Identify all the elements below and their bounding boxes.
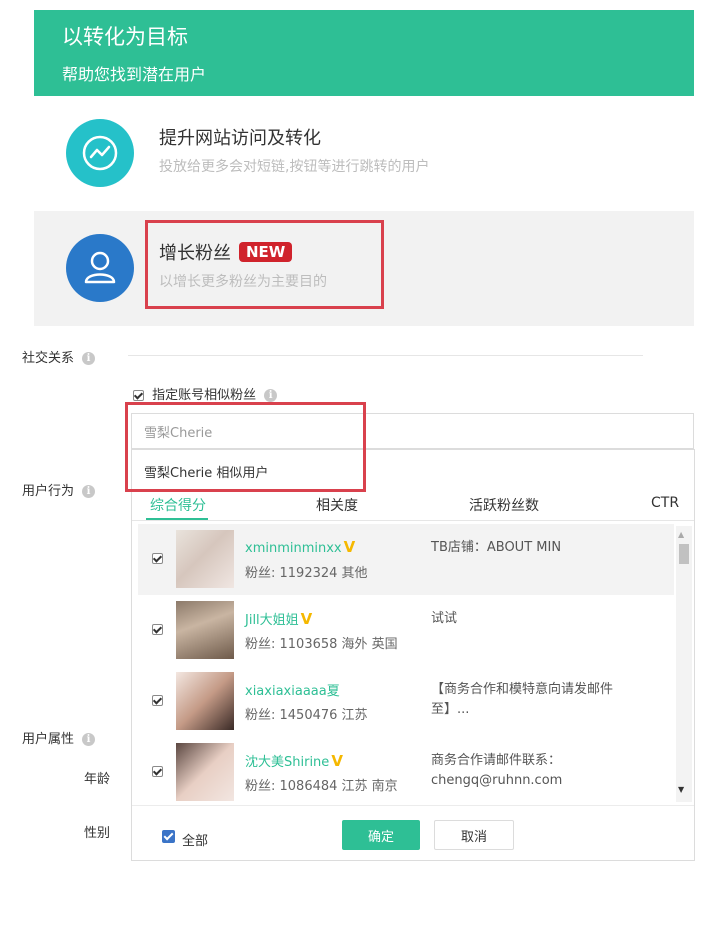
info-icon[interactable]: i xyxy=(82,485,96,498)
row-checkbox[interactable] xyxy=(152,624,163,635)
cancel-button[interactable]: 取消 xyxy=(434,820,514,850)
scroll-thumb[interactable] xyxy=(679,544,689,564)
row-checkbox[interactable] xyxy=(152,766,163,777)
user-attribute-text: 用户属性 xyxy=(22,732,75,747)
goal-header: 以转化为目标 帮助您找到潜在用户 xyxy=(34,10,694,96)
option-desc: 投放给更多会对短链,按钮等进行跳转的用户 xyxy=(159,159,430,175)
user-desc: 【商务合作和模特意向请发邮件至】... xyxy=(431,682,614,717)
list-item[interactable]: xminminminxx V 粉丝: 1192324 其他 TB店铺：ABOUT … xyxy=(138,524,674,596)
scroll-up-icon[interactable]: ▲ xyxy=(678,530,684,539)
username-link[interactable]: xminminminxx V xyxy=(245,538,355,556)
age-label: 年龄 xyxy=(84,772,111,787)
verified-icon: V xyxy=(343,538,356,556)
user-attribute-label: 用户属性 i xyxy=(22,728,96,747)
divider xyxy=(132,805,694,806)
similar-fans-label: 指定账号相似粉丝 xyxy=(152,388,257,403)
tab-relevance[interactable]: 相关度 xyxy=(316,495,358,515)
user-desc: 试试 xyxy=(431,611,458,626)
goal-option-website-conversion[interactable]: 提升网站访问及转化 投放给更多会对短链,按钮等进行跳转的用户 xyxy=(34,96,694,211)
user-behavior-label: 用户行为 i xyxy=(22,480,96,499)
list-scrollbar[interactable] xyxy=(676,526,692,802)
row-checkbox[interactable] xyxy=(152,553,163,564)
info-icon[interactable]: i xyxy=(82,352,96,365)
verified-icon: V xyxy=(300,610,313,628)
list-item[interactable]: Jill大姐姐 V 粉丝: 1103658 海外 英国 试试 xyxy=(138,595,674,667)
goal-title: 以转化为目标 xyxy=(62,25,188,49)
tab-ctr[interactable]: CTR xyxy=(651,495,679,511)
info-icon[interactable]: i xyxy=(82,733,96,746)
username-text: 沈大美Shirine xyxy=(245,755,330,770)
verified-icon: V xyxy=(331,752,343,770)
avatar xyxy=(176,743,234,801)
fans-info: 粉丝: 1192324 其他 xyxy=(245,566,368,581)
divider xyxy=(132,520,694,521)
select-all-checkbox[interactable] xyxy=(162,830,175,843)
row-checkbox[interactable] xyxy=(152,695,163,706)
username-text: xminminminxx xyxy=(245,541,342,556)
option-title: 提升网站访问及转化 xyxy=(159,128,321,149)
info-icon[interactable]: i xyxy=(264,389,278,402)
fans-info: 粉丝: 1450476 江苏 xyxy=(245,708,368,723)
user-desc: 商务合作请邮件联系：chengq@ruhnn.com xyxy=(431,753,563,788)
goal-subtitle: 帮助您找到潜在用户 xyxy=(62,65,207,84)
tab-active-fans[interactable]: 活跃粉丝数 xyxy=(469,495,539,515)
social-relation-label: 社交关系 i xyxy=(22,347,96,366)
fans-info: 粉丝: 1086484 江苏 南京 xyxy=(245,779,398,794)
user-desc: TB店铺：ABOUT MIN xyxy=(431,540,562,555)
avatar xyxy=(176,601,234,659)
username-link[interactable]: Jill大姐姐 V xyxy=(245,609,312,628)
social-relation-text: 社交关系 xyxy=(22,351,75,366)
similar-fans-checkbox[interactable] xyxy=(133,390,144,401)
avatar xyxy=(176,530,234,588)
user-behavior-text: 用户行为 xyxy=(22,484,75,499)
scroll-down-icon[interactable]: ▼ xyxy=(678,785,684,794)
username-text: xiaxiaxiaaaa夏 xyxy=(245,684,340,699)
list-item[interactable]: xiaxiaxiaaaa夏 粉丝: 1450476 江苏 【商务合作和模特意向请… xyxy=(138,666,674,738)
gender-label: 性别 xyxy=(84,826,111,841)
user-list: xminminminxx V 粉丝: 1192324 其他 TB店铺：ABOUT … xyxy=(138,524,674,802)
avatar xyxy=(176,672,234,730)
username-link[interactable]: xiaxiaxiaaaa夏 xyxy=(245,680,340,699)
similar-users-dropdown: 雪梨Cherie 相似用户 综合得分 相关度 活跃粉丝数 CTR xminmin… xyxy=(131,449,695,861)
divider xyxy=(128,355,643,356)
fans-info: 粉丝: 1103658 海外 英国 xyxy=(245,637,398,652)
highlight-box-grow-fans xyxy=(145,220,384,309)
username-text: Jill大姐姐 xyxy=(245,613,299,628)
user-icon xyxy=(66,234,134,302)
highlight-box-search xyxy=(125,402,366,492)
select-all-label: 全部 xyxy=(182,834,209,849)
trend-icon xyxy=(66,119,134,187)
list-item[interactable]: 沈大美Shirine V 粉丝: 1086484 江苏 南京 商务合作请邮件联系：… xyxy=(138,737,674,802)
confirm-button[interactable]: 确定 xyxy=(342,820,420,850)
similar-fans-checkbox-row[interactable]: 指定账号相似粉丝 i xyxy=(133,384,278,403)
username-link[interactable]: 沈大美Shirine V xyxy=(245,751,343,770)
tab-overall-score[interactable]: 综合得分 xyxy=(150,495,206,515)
